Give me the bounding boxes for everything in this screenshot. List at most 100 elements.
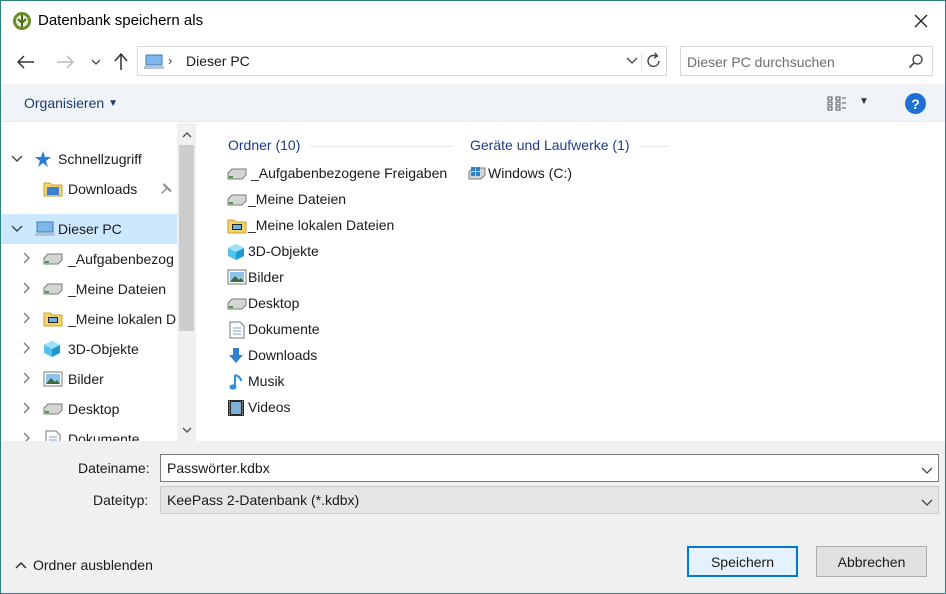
nav-item-label: Schnellzugriff [58,151,142,167]
group-divider [310,146,452,147]
collapsed-chevron-icon[interactable] [20,432,34,441]
folder-item-3d-objects[interactable]: 3D-Objekte [227,240,427,264]
folder-item-meine-lokalen[interactable]: _Meine lokalen Dateien [227,214,427,238]
chevron-down-icon [626,57,638,64]
nav-item-documents[interactable]: Dokumente [1,424,177,441]
close-button[interactable] [907,7,935,35]
expanded-chevron-icon[interactable] [10,152,24,166]
folder-item-downloads[interactable]: Downloads [227,344,427,368]
hide-folders-button[interactable]: Ordner ausblenden [15,557,153,573]
collapsed-chevron-icon[interactable] [20,282,34,297]
nav-item-this-pc[interactable]: Dieser PC [1,214,177,244]
navigation-pane: Schnellzugriff Downloads Dieser PC _Aufg… [1,123,197,441]
save-form: Dateiname: Passwörter.kdbx Dateityp: Kee… [1,441,945,593]
nav-item-label: _Meine Dateien [68,281,167,297]
folder-item-aufgabenbezogene[interactable]: _Aufgabenbezogene Freigaben [227,162,457,186]
folder-item-label: Desktop [248,295,300,311]
search-placeholder: Dieser PC durchsuchen [687,54,835,70]
details-view-icon [827,96,846,111]
recent-locations-button[interactable] [85,51,107,73]
network-drive-icon [227,295,247,313]
collapsed-chevron-icon[interactable] [20,402,34,417]
nav-item-label: Desktop [68,401,120,417]
filetype-select[interactable]: KeePass 2-Datenbank (*.kdbx) [160,486,939,514]
filename-field[interactable]: Passwörter.kdbx [160,454,939,482]
folder-item-pictures[interactable]: Bilder [227,266,427,290]
folder-icon [43,180,63,198]
nav-item-label: Dieser PC [58,221,122,237]
filetype-dropdown-arrow[interactable] [921,494,933,510]
chevron-down-icon [182,427,191,433]
folder-item-music[interactable]: Musik [227,370,427,394]
address-dropdown-button[interactable] [626,53,638,70]
nav-item-downloads[interactable]: Downloads [1,174,177,204]
nav-item-meine-lokalen[interactable]: _Meine lokalen D [1,304,177,334]
group-header-devices[interactable]: Geräte und Laufwerke (1) [470,137,630,153]
chevron-down-icon [921,467,933,474]
forward-button[interactable] [54,51,76,73]
search-icon[interactable] [908,53,924,72]
organize-label: Organisieren [24,95,105,111]
arrow-right-icon [57,55,74,69]
organize-menu-button[interactable]: Organisieren ▼ [24,95,118,111]
arrow-left-icon [17,55,34,69]
group-divider [642,146,668,147]
collapsed-chevron-icon[interactable] [20,312,34,327]
network-drive-icon [43,252,63,270]
star-icon [34,150,54,168]
folder-item-videos[interactable]: Videos [227,396,427,420]
drive-item-windows-c[interactable]: Windows (C:) [467,162,617,186]
nav-pane-scrollbar[interactable] [177,123,196,441]
chevron-up-icon [15,561,27,569]
scroll-up-button[interactable] [177,125,196,143]
nav-item-desktop[interactable]: Desktop [1,394,177,424]
filename-value[interactable]: Passwörter.kdbx [167,460,270,476]
collapsed-chevron-icon[interactable] [20,342,34,357]
navigation-row: › Dieser PC Dieser PC durchsuchen [1,41,945,83]
folder-item-documents[interactable]: Dokumente [227,318,427,342]
scroll-down-button[interactable] [177,421,196,439]
nav-item-pictures[interactable]: Bilder [1,364,177,394]
nav-item-quick-access[interactable]: Schnellzugriff [1,144,177,174]
collapsed-chevron-icon[interactable] [20,372,34,387]
scrollbar-thumb[interactable] [179,145,194,331]
nav-item-3d-objects[interactable]: 3D-Objekte [1,334,177,364]
folder-item-label: _Meine Dateien [248,191,347,207]
dropdown-arrow-icon: ▼ [108,98,119,109]
save-dialog: Datenbank speichern als › Dieser PC Dies… [0,0,946,594]
refresh-button[interactable] [646,52,662,73]
expanded-chevron-icon[interactable] [10,222,24,236]
change-view-button[interactable] [827,95,847,114]
folder-item-label: _Aufgabenbezogene Freigaben [251,165,448,181]
windows-drive-icon [467,165,487,183]
up-button[interactable] [110,51,132,73]
folder-item-label: _Meine lokalen Dateien [248,217,395,233]
nav-item-aufgabenbezogene[interactable]: _Aufgabenbezog [1,244,177,274]
help-button[interactable]: ? [905,93,926,114]
pin-icon[interactable] [159,182,173,199]
group-header-folders[interactable]: Ordner (10) [228,137,300,153]
cancel-button[interactable]: Abbrechen [816,546,927,577]
folder-computer-icon [43,310,63,328]
folder-item-label: Musik [248,373,285,389]
folder-computer-icon [227,217,247,235]
cube-icon [227,243,247,261]
collapsed-chevron-icon[interactable] [20,252,34,267]
folder-item-meine-dateien[interactable]: _Meine Dateien [227,188,427,212]
nav-item-label: Dokumente [68,431,140,441]
network-drive-icon [43,282,63,300]
filename-history-dropdown[interactable] [921,462,933,478]
search-input[interactable]: Dieser PC durchsuchen [680,46,933,76]
save-button[interactable]: Speichern [687,546,798,577]
cancel-button-label: Abbrechen [837,553,906,570]
address-breadcrumb[interactable]: Dieser PC [186,53,250,69]
nav-item-meine-dateien[interactable]: _Meine Dateien [1,274,177,304]
address-bar[interactable]: › Dieser PC [137,46,667,76]
pictures-icon [227,269,247,287]
folder-item-label: Videos [248,399,291,415]
back-button[interactable] [15,51,37,73]
view-options-arrow-icon[interactable]: ▼ [859,96,869,107]
close-icon [914,14,928,28]
folder-item-desktop[interactable]: Desktop [227,292,427,316]
folder-item-label: Bilder [248,269,284,285]
